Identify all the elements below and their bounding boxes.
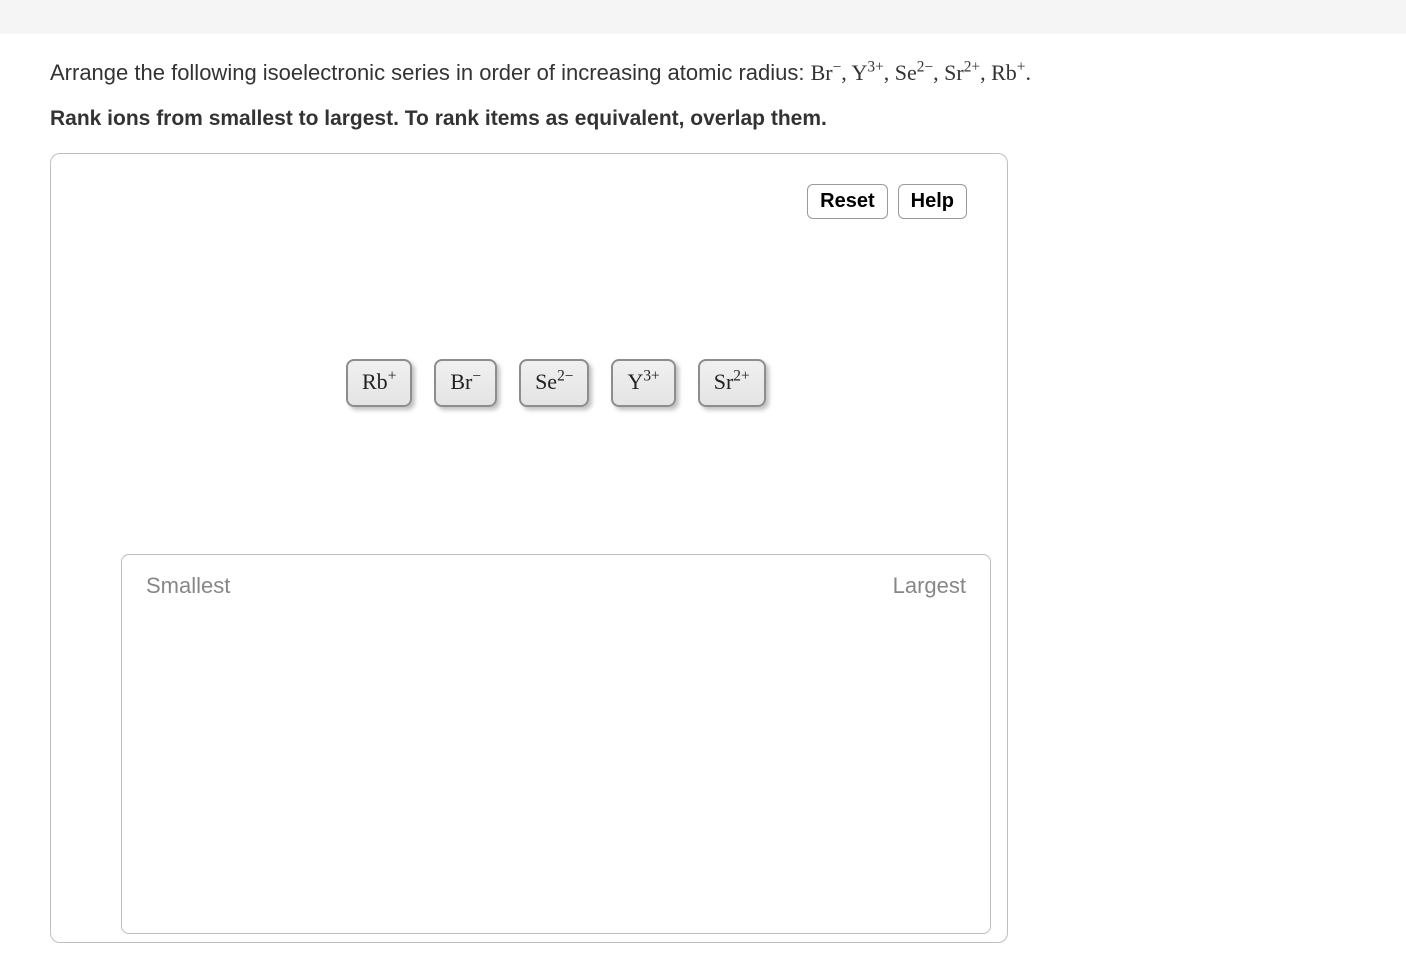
reset-button[interactable]: Reset xyxy=(807,184,887,219)
chip-se-2minus[interactable]: Se2− xyxy=(519,359,589,407)
ion-0: Br− xyxy=(811,60,842,85)
chip-br-minus[interactable]: Br− xyxy=(434,359,497,407)
question-intro: Arrange the following isoelectronic seri… xyxy=(50,60,804,85)
question-prompt: Arrange the following isoelectronic seri… xyxy=(50,56,1356,89)
widget-buttons: Reset Help xyxy=(807,184,967,219)
ranking-target-zone[interactable]: Smallest Largest xyxy=(121,554,991,934)
ion-1: Y3+ xyxy=(851,60,883,85)
target-axis-labels: Smallest Largest xyxy=(146,573,966,599)
chip-sr-2plus[interactable]: Sr2+ xyxy=(698,359,766,407)
chip-y-3plus[interactable]: Y3+ xyxy=(611,359,675,407)
ion-4: Rb+ xyxy=(991,60,1025,85)
question-area: Arrange the following isoelectronic seri… xyxy=(0,34,1406,965)
target-label-largest: Largest xyxy=(893,573,966,599)
chip-rb-plus[interactable]: Rb+ xyxy=(346,359,412,407)
question-series: Br−, Y3+, Se2−, Sr2+, Rb+. xyxy=(811,60,1031,85)
help-button[interactable]: Help xyxy=(898,184,967,219)
ranking-instruction: Rank ions from smallest to largest. To r… xyxy=(50,107,1356,131)
page-top-bar xyxy=(0,0,1406,34)
ranking-widget: Reset Help Rb+ Br− Se2− Y3+ Sr2+ Smalles… xyxy=(50,153,1008,943)
draggable-chips-row: Rb+ Br− Se2− Y3+ Sr2+ xyxy=(346,359,766,407)
ion-3: Sr2+ xyxy=(944,60,980,85)
target-label-smallest: Smallest xyxy=(146,573,230,599)
ion-2: Se2− xyxy=(895,60,933,85)
